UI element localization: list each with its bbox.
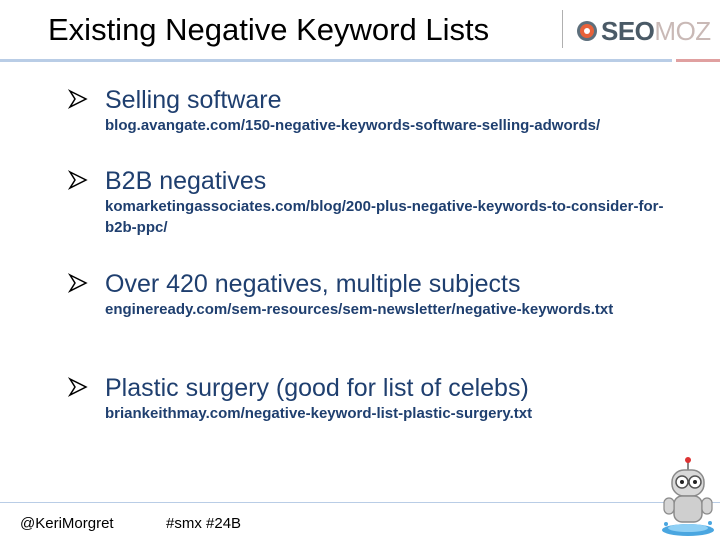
arrow-bullet-icon: [68, 273, 88, 293]
gear-icon: [577, 21, 597, 41]
logo-text-moz: MOZ: [654, 16, 711, 46]
header-divider: [562, 10, 563, 48]
slide-title: Existing Negative Keyword Lists: [48, 12, 490, 47]
header-rule-accent: [676, 59, 720, 62]
arrow-bullet-icon: [68, 377, 88, 397]
bullet-link[interactable]: blog.avangate.com/150-negative-keywords-…: [105, 115, 665, 136]
bullet-title: B2B negatives: [105, 167, 267, 195]
footer-hashtags: #smx #24B: [166, 515, 242, 532]
bullet-title: Over 420 negatives, multiple subjects: [105, 270, 521, 298]
bullet-link[interactable]: briankeithmay.com/negative-keyword-list-…: [105, 403, 665, 424]
roger-robot-mascot-icon: [662, 457, 714, 536]
bullet-link[interactable]: engineready.com/sem-resources/sem-newsle…: [105, 299, 665, 320]
footer-handle: @KeriMorgret: [20, 515, 114, 532]
footer-rule: [0, 502, 720, 503]
bullet-title: Plastic surgery (good for list of celebs…: [105, 374, 529, 402]
arrow-bullet-icon: [68, 170, 88, 190]
bullet-title: Selling software: [105, 86, 282, 114]
header-rule: [0, 59, 672, 62]
bullet-link[interactable]: komarketingassociates.com/blog/200-plus-…: [105, 196, 665, 238]
arrow-bullet-icon: [68, 89, 88, 109]
logo-text-seo: SEO: [601, 16, 655, 46]
seomoz-logo: SEO MOZ: [576, 16, 711, 46]
